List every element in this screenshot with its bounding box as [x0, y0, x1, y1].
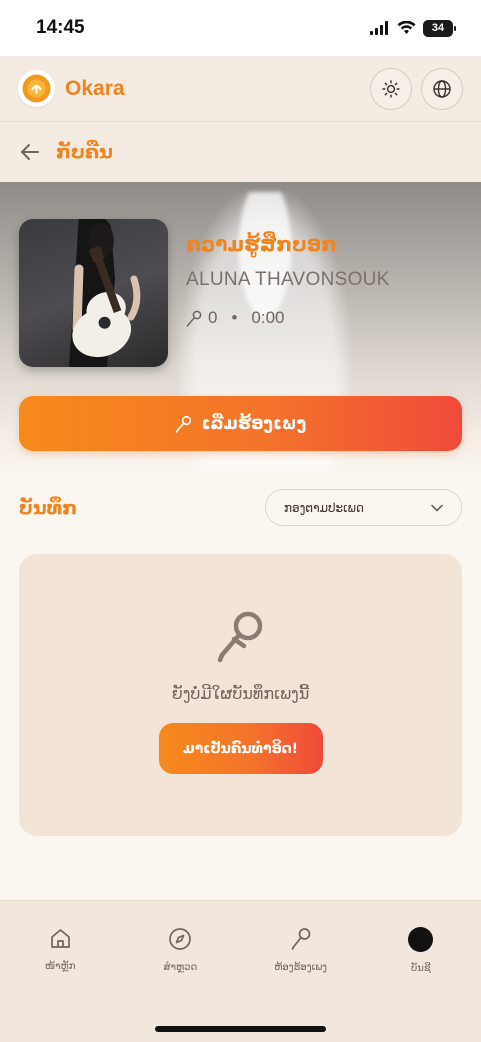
nav-label: ໜ້າຫຼັກ	[44, 961, 76, 972]
be-first-button[interactable]: ມາເປັນຄົນທຳອິດ!	[158, 723, 323, 774]
home-indicator[interactable]	[155, 1026, 326, 1032]
empty-message: ຍັງບໍ່ມີໃຜບັນທຶກເພງນີ້	[171, 684, 310, 703]
status-bar: 14:45 34	[0, 0, 481, 56]
app-header: Okara	[0, 56, 481, 122]
avatar-icon	[408, 927, 434, 952]
empty-records-card: ຍັງບໍ່ມີໃຜບັນທຶກເພງນີ້ ມາເປັນຄົນທຳອິດ!	[19, 554, 462, 836]
status-icons: 34	[370, 19, 456, 37]
song-meta: 0 • 0:00	[186, 308, 285, 328]
chevron-down-icon	[431, 504, 443, 511]
nav-item-explore[interactable]: ສຳຫຼວດ	[130, 927, 230, 974]
brand[interactable]: Okara	[18, 70, 125, 107]
signal-icon	[370, 21, 388, 35]
back-bar[interactable]: ກັບຄືນ	[0, 122, 481, 182]
globe-icon	[433, 79, 451, 98]
bottom-nav: ໜ້າຫຼັກ ສຳຫຼວດ ຫ້ອງຮ້ອງເພງ ບັນຊີ	[0, 900, 481, 1042]
microphone-icon	[186, 310, 202, 327]
language-button[interactable]	[421, 67, 463, 110]
header-actions	[370, 67, 463, 110]
start-singing-button[interactable]: ເລີ່ມຮ້ອງເພງ	[19, 396, 462, 451]
nav-item-account[interactable]: ບັນຊີ	[371, 927, 471, 974]
arrow-left-icon[interactable]	[20, 143, 40, 161]
records-header: ບັນທຶກ ກອງຕາມປະເພດ	[19, 489, 462, 526]
song-title: ຄວາມຮູ້ສຶກບອກ	[186, 232, 337, 256]
status-time: 14:45	[36, 17, 85, 38]
records-label: ບັນທຶກ	[19, 496, 78, 519]
home-icon	[50, 929, 70, 948]
logo-icon	[18, 70, 55, 107]
microphone-icon	[217, 611, 262, 663]
sun-icon	[382, 79, 400, 98]
album-cover	[19, 219, 168, 367]
theme-toggle-button[interactable]	[370, 67, 412, 110]
nav-label: ຫ້ອງຮ້ອງເພງ	[274, 962, 328, 973]
wifi-icon	[397, 21, 416, 34]
song-hero: ຄວາມຮູ້ສຶກບອກ ALUNA THAVONSOUK 0 • 0:00 …	[0, 182, 481, 476]
song-duration: 0:00	[251, 308, 285, 327]
microphone-icon	[175, 415, 191, 433]
brand-name: Okara	[65, 76, 125, 100]
category-filter-select[interactable]: ກອງຕາມປະເພດ	[265, 489, 462, 526]
compass-icon	[169, 928, 192, 950]
nav-item-karaoke-room[interactable]: ຫ້ອງຮ້ອງເພງ	[251, 927, 351, 974]
nav-label: ບັນຊີ	[411, 963, 431, 974]
microphone-icon	[291, 928, 310, 950]
separator-dot: •	[231, 308, 238, 327]
start-singing-label: ເລີ່ມຮ້ອງເພງ	[201, 413, 307, 434]
page-title[interactable]: ກັບຄືນ	[56, 141, 113, 163]
artist-name[interactable]: ALUNA THAVONSOUK	[186, 269, 390, 291]
filter-value: ກອງຕາມປະເພດ	[284, 500, 364, 515]
nav-item-home[interactable]: ໜ້າຫຼັກ	[10, 927, 110, 974]
play-count: 0	[208, 308, 218, 327]
nav-label: ສຳຫຼວດ	[163, 962, 198, 973]
battery-icon: 34	[423, 19, 456, 37]
